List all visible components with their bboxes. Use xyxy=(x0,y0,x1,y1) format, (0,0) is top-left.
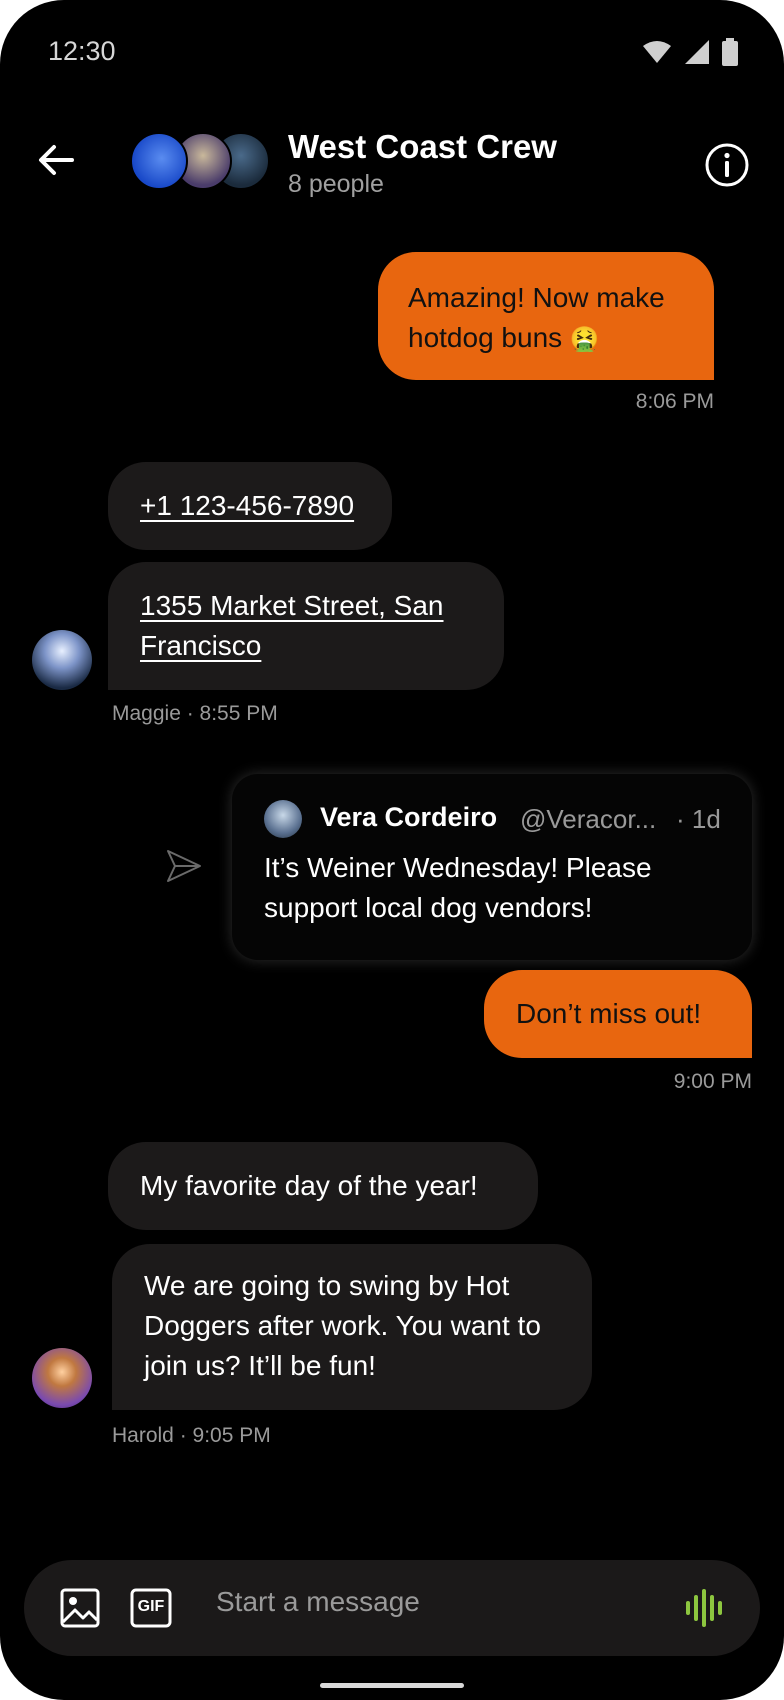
message-text: My favorite day of the year! xyxy=(140,1170,478,1201)
phone-screen: 12:30 West Coast Crew 8 people Amazing! … xyxy=(0,0,784,1700)
message-input[interactable]: Start a message xyxy=(216,1586,420,1618)
group-avatars[interactable] xyxy=(130,132,270,192)
message-text: Don’t miss out! xyxy=(516,998,702,1029)
conversation-header: West Coast Crew 8 people xyxy=(0,118,784,218)
tweet-author-name: Vera Cordeiro xyxy=(320,802,498,832)
status-time: 12:30 xyxy=(48,36,116,66)
address-link[interactable]: 1355 Market Street, San Francisco xyxy=(140,590,444,661)
message-timestamp: 8:06 PM xyxy=(635,390,714,413)
phone-number-link[interactable]: +1 123-456-7890 xyxy=(140,490,354,521)
message-text: Amazing! Now make hotdog buns xyxy=(408,282,665,353)
cellular-signal-icon xyxy=(685,40,709,64)
tweet-author-avatar xyxy=(264,800,302,838)
outgoing-message[interactable]: Don’t miss out! xyxy=(484,970,752,1058)
gif-button[interactable]: GIF xyxy=(130,1588,172,1628)
message-timestamp: 9:00 PM xyxy=(673,1070,752,1093)
message-text: We are going to swing by Hot Doggers aft… xyxy=(144,1270,541,1381)
group-member-count: 8 people xyxy=(288,170,384,198)
status-bar: 12:30 xyxy=(0,0,784,100)
incoming-message[interactable]: 1355 Market Street, San Francisco xyxy=(108,562,504,690)
home-indicator[interactable] xyxy=(320,1683,464,1688)
shared-tweet-card[interactable]: Vera Cordeiro @Veracor... · 1d It’s Wein… xyxy=(232,774,752,960)
incoming-message[interactable]: +1 123-456-7890 xyxy=(108,462,392,550)
wifi-icon xyxy=(643,41,671,63)
maggie-avatar[interactable] xyxy=(32,630,92,690)
tweet-age: · 1d xyxy=(676,804,721,834)
image-icon[interactable] xyxy=(60,1588,100,1628)
sender-meta: Maggie · 8:55 PM xyxy=(112,702,278,725)
group-title[interactable]: West Coast Crew xyxy=(288,128,557,166)
vomiting-face-emoji: 🤮 xyxy=(569,325,600,353)
info-icon[interactable] xyxy=(704,142,750,188)
address-line-2: Francisco xyxy=(140,630,262,661)
back-arrow-icon[interactable] xyxy=(34,138,78,182)
tweet-text: It’s Weiner Wednesday! Please support lo… xyxy=(264,852,652,923)
address-line-1: 1355 Market Street, San xyxy=(140,590,444,621)
gif-label: GIF xyxy=(137,1598,165,1615)
incoming-message[interactable]: We are going to swing by Hot Doggers aft… xyxy=(112,1244,592,1410)
voice-message-icon[interactable] xyxy=(684,1588,724,1628)
battery-icon xyxy=(722,38,738,66)
member-avatar xyxy=(130,132,188,190)
status-icons xyxy=(642,38,738,66)
incoming-message[interactable]: My favorite day of the year! xyxy=(108,1142,538,1230)
share-send-icon[interactable] xyxy=(166,848,202,884)
message-composer: GIF Start a message xyxy=(24,1560,760,1656)
sender-meta: Harold · 9:05 PM xyxy=(112,1424,271,1447)
outgoing-message[interactable]: Amazing! Now make hotdog buns 🤮 xyxy=(378,252,714,380)
harold-avatar[interactable] xyxy=(32,1348,92,1408)
tweet-author-handle: @Veracor... xyxy=(520,804,657,834)
